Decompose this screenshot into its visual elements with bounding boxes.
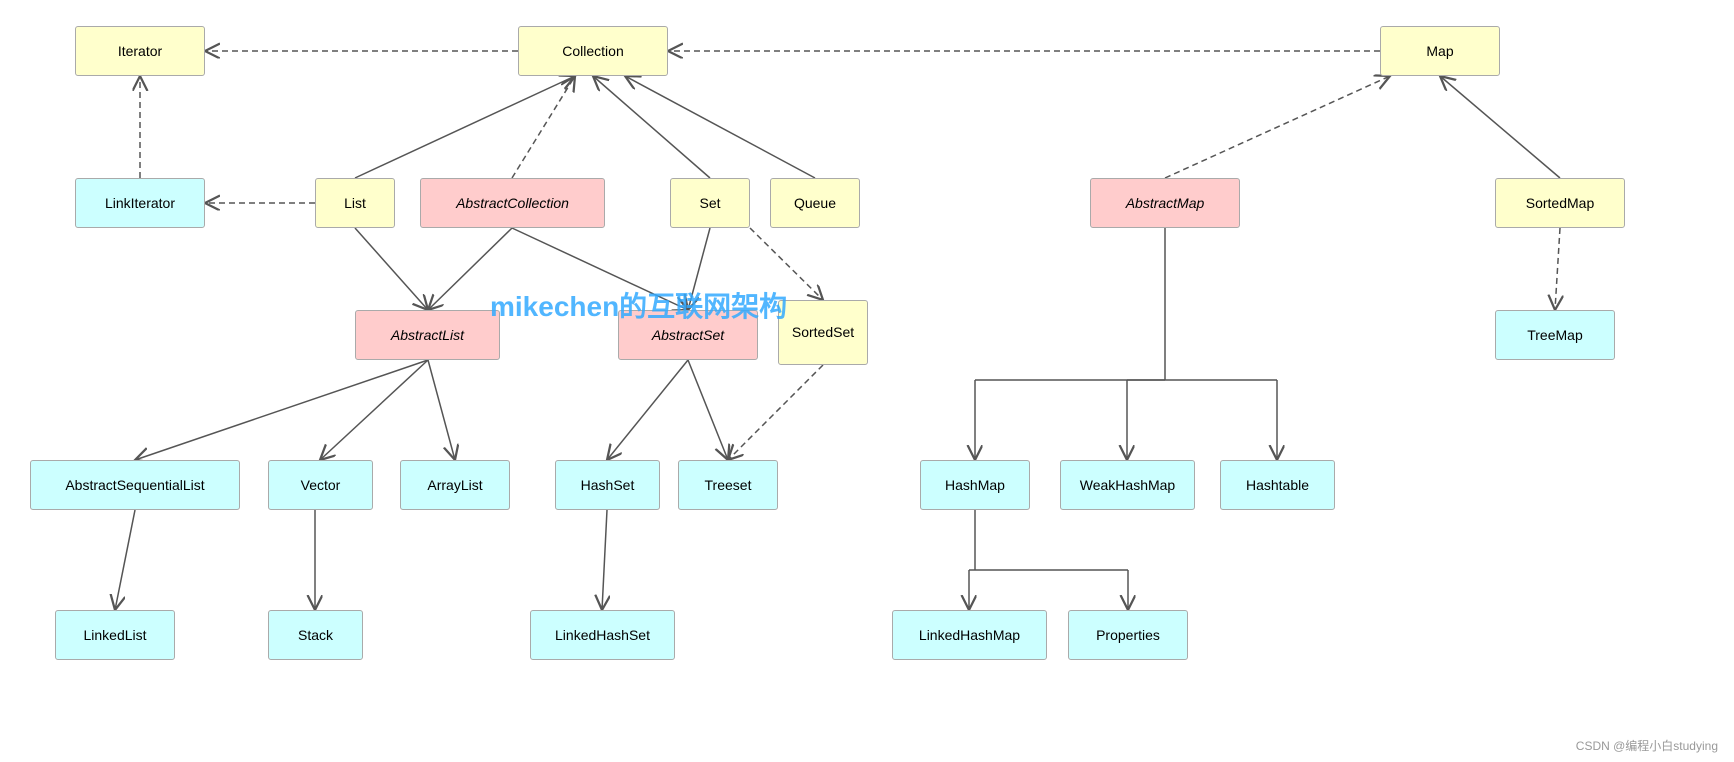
node-linkiterator: LinkIterator [75,178,205,228]
node-sortedset: SortedSet [778,300,868,365]
node-treemap: TreeMap [1495,310,1615,360]
node-queue: Queue [770,178,860,228]
node-abstractset: AbstractSet [618,310,758,360]
node-hashtable: Hashtable [1220,460,1335,510]
diagram-container: Iterator (dashed, left arrow) --> Collec… [0,0,1734,762]
node-arraylist: ArrayList [400,460,510,510]
node-abstractlist: AbstractList [355,310,500,360]
node-weakhashmap: WeakHashMap [1060,460,1195,510]
node-abstractcollection: AbstractCollection [420,178,605,228]
node-properties: Properties [1068,610,1188,660]
node-linkedhashmap: LinkedHashMap [892,610,1047,660]
node-linkedlist: LinkedList [55,610,175,660]
node-hashmap: HashMap [920,460,1030,510]
node-hashset: HashSet [555,460,660,510]
node-treeset: Treeset [678,460,778,510]
arrows-svg: Iterator (dashed, left arrow) --> Collec… [0,0,1734,762]
node-set: Set [670,178,750,228]
credit-text: CSDN @编程小白studying [1576,737,1718,754]
node-vector: Vector [268,460,373,510]
node-collection: Collection [518,26,668,76]
node-linkedhashset: LinkedHashSet [530,610,675,660]
node-stack: Stack [268,610,363,660]
node-map: Map [1380,26,1500,76]
node-list: List [315,178,395,228]
node-abstractmap: AbstractMap [1090,178,1240,228]
node-abstractsequentiallist: AbstractSequentialList [30,460,240,510]
node-iterator: Iterator [75,26,205,76]
node-sortedmap: SortedMap [1495,178,1625,228]
